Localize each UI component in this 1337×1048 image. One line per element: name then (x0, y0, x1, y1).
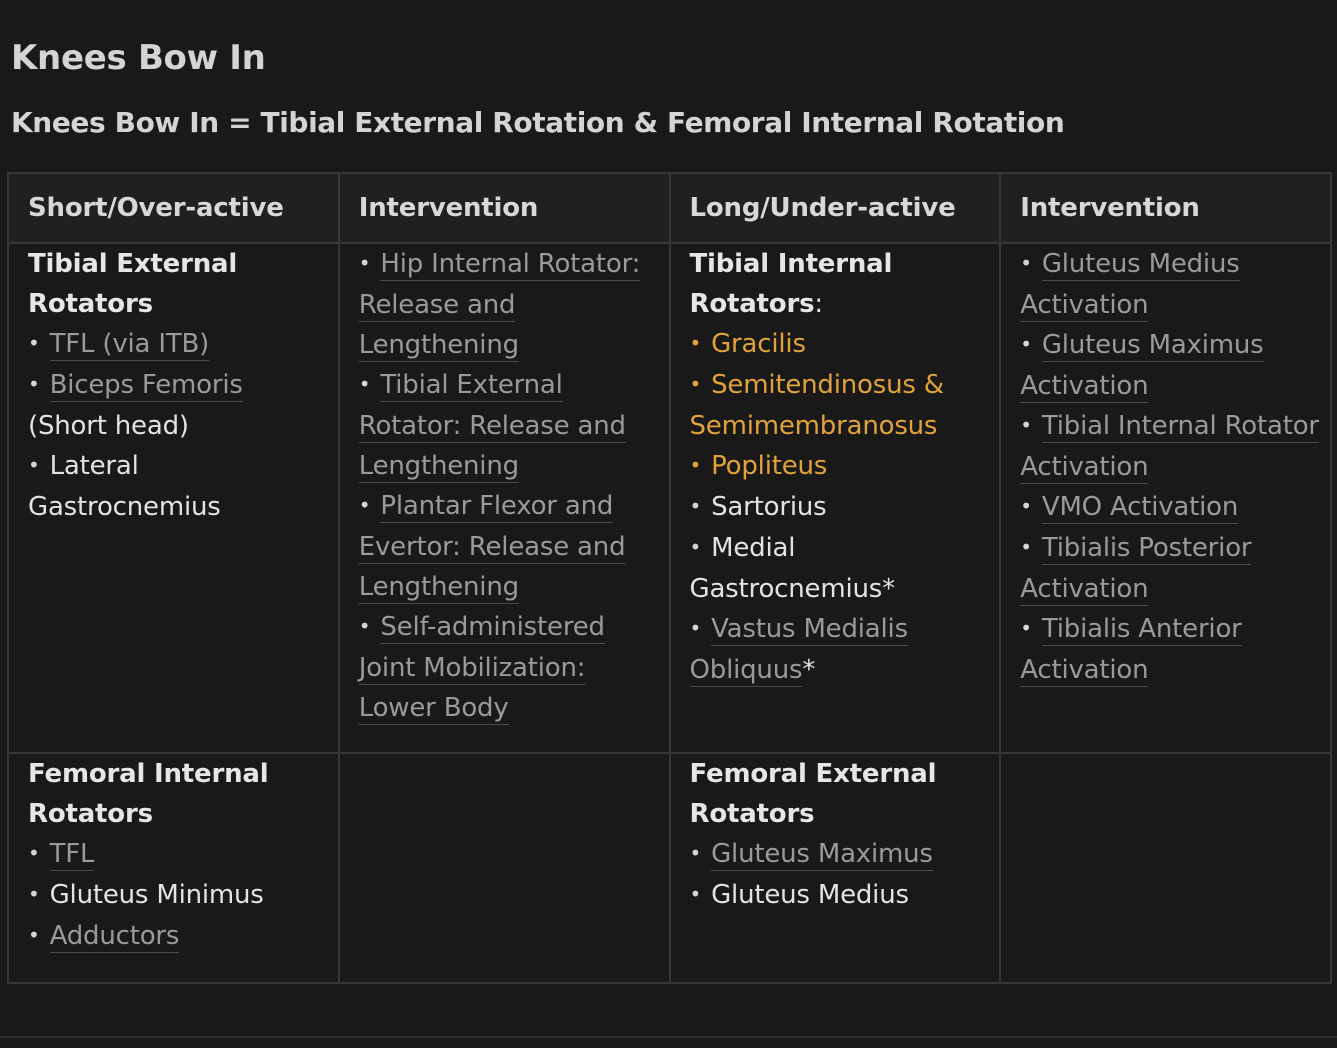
list-item: • Tibialis Anterior Activation (1020, 609, 1330, 690)
bullet-icon: • (689, 453, 702, 477)
table-header-row: Short/Over-active Intervention Long/Unde… (7, 172, 1332, 244)
cell-heading-colon: : (814, 289, 823, 319)
cell-heading: Femoral Internal Rotators (28, 759, 269, 829)
table-row: Tibial External Rotators • TFL (via ITB) … (7, 242, 1332, 754)
list-item: • Medial Gastrocnemius* (689, 533, 896, 604)
link-tibial-internal-rotator-activation[interactable]: Tibial Internal Rotator Activation (1020, 411, 1319, 484)
list-item: • Self-administered Joint Mobilization: L… (358, 607, 669, 728)
cell-tibial-internal-rotators: Tibial Internal Rotators: • Gracilis • Sem… (668, 242, 1002, 754)
bullet-icon: • (358, 493, 371, 517)
cell-heading-wrap: Tibial Internal Rotators: (690, 244, 1000, 324)
list-item: • Lateral Gastrocnemius (28, 451, 221, 522)
link-plantar-flexor-evertor-release[interactable]: Plantar Flexor and Evertor: Release and … (358, 491, 626, 604)
bullet-icon: • (689, 882, 702, 906)
list-item: • Plantar Flexor and Evertor: Release and… (358, 486, 669, 607)
list-item-note: (Short head) (28, 411, 189, 441)
bullet-icon: • (1020, 413, 1032, 437)
column-header-long-underactive: Long/Under-active (668, 172, 1002, 244)
highlight-semitendinosus: Semitendinosus & Semimembranosus (689, 370, 945, 441)
list-item: • Gluteus Medius Activation (1020, 244, 1330, 325)
list-item-highlighted: • Popliteus (690, 446, 1000, 487)
highlight-gracilis: Gracilis (711, 329, 806, 359)
cell-tibial-external-rotators: Tibial External Rotators • TFL (via ITB) … (7, 242, 340, 754)
cell-femoral-external-rotators: Femoral External Rotators • Gluteus Maxim… (668, 752, 1002, 984)
list-item: • Sartorius (689, 492, 827, 522)
cell-heading: Tibial Internal Rotators (689, 249, 893, 319)
cell-empty (337, 752, 671, 984)
bullet-icon: • (358, 614, 371, 638)
list-item: • Adductors (28, 916, 338, 957)
list-item: • Gluteus Maximus (690, 834, 1000, 875)
bullet-icon: • (689, 331, 702, 355)
link-tfl-via-itb[interactable]: TFL (via ITB) (49, 329, 209, 361)
bullet-icon: • (28, 331, 40, 355)
cell-heading: Tibial External Rotators (28, 249, 238, 319)
bullet-icon: • (689, 841, 702, 865)
bullet-icon: • (28, 372, 40, 396)
link-vastus-medialis-obliquus[interactable]: Vastus Medialis Obliquus (689, 614, 908, 687)
cell-heading: Femoral External Rotators (689, 759, 937, 829)
link-vmo-activation[interactable]: VMO Activation (1041, 492, 1238, 524)
bullet-icon: • (689, 372, 702, 396)
link-gluteus-maximus-activation[interactable]: Gluteus Maximus Activation (1020, 330, 1264, 403)
bullet-icon: • (689, 494, 702, 518)
list-item: • Biceps Femoris (28, 365, 338, 406)
list-item: • Vastus Medialis Obliquus* (689, 609, 1000, 690)
list-item: • Tibialis Posterior Activation (1020, 528, 1330, 609)
list-item: • Hip Internal Rotator: Release and Lengt… (358, 244, 669, 365)
link-biceps-femoris[interactable]: Biceps Femoris (49, 370, 243, 402)
link-adductors[interactable]: Adductors (49, 921, 179, 953)
table-row: Femoral Internal Rotators • TFL • Gluteus … (7, 752, 1332, 984)
bullet-icon: • (358, 372, 371, 396)
list-item: • Gluteus Minimus (28, 880, 264, 910)
link-self-administered-joint-mobilization[interactable]: Self-administered Joint Mobilization: Lo… (358, 612, 605, 725)
bullet-icon: • (28, 841, 40, 865)
bullet-icon: • (1020, 494, 1032, 518)
asterisk: * (802, 655, 816, 685)
list-item: • Tibial Internal Rotator Activation (1020, 406, 1330, 487)
bullet-icon: • (1020, 535, 1032, 559)
list-item: • Gluteus Medius (689, 880, 910, 910)
cell-femoral-internal-rotators: Femoral Internal Rotators • TFL • Gluteus … (7, 752, 340, 984)
list-item-highlighted: • Gracilis (690, 324, 1000, 365)
column-header-intervention-2: Intervention (999, 172, 1332, 244)
bullet-icon: • (28, 453, 40, 477)
link-tibialis-posterior-activation[interactable]: Tibialis Posterior Activation (1020, 533, 1252, 606)
column-header-intervention-1: Intervention (337, 172, 671, 244)
highlight-popliteus: Popliteus (711, 451, 828, 481)
bullet-icon: • (1020, 251, 1032, 275)
link-gluteus-medius-activation[interactable]: Gluteus Medius Activation (1020, 249, 1240, 322)
list-item: • VMO Activation (1020, 487, 1330, 528)
link-tibialis-anterior-activation[interactable]: Tibialis Anterior Activation (1020, 614, 1242, 687)
link-tibial-external-rotator-release[interactable]: Tibial External Rotator: Release and Len… (358, 370, 626, 483)
muscle-imbalance-table: Short/Over-active Intervention Long/Unde… (7, 172, 1332, 984)
bullet-icon: • (1020, 616, 1032, 640)
list-item-highlighted: • Semitendinosus & Semimembranosus (690, 365, 1000, 446)
page-subtitle: Knees Bow In = Tibial External Rotation … (11, 106, 1065, 139)
bullet-icon: • (689, 535, 702, 559)
cell-intervention-1: • Hip Internal Rotator: Release and Lengt… (337, 242, 671, 754)
link-hip-internal-rotator-release[interactable]: Hip Internal Rotator: Release and Length… (358, 249, 640, 362)
cell-intervention-2: • Gluteus Medius Activation • Gluteus Maxi… (999, 242, 1332, 754)
list-item: • Tibial External Rotator: Release and Le… (358, 365, 669, 486)
list-item: • TFL (28, 834, 338, 875)
page-title: Knees Bow In (11, 38, 266, 78)
cell-empty (999, 752, 1332, 984)
link-gluteus-maximus[interactable]: Gluteus Maximus (711, 839, 933, 871)
list-item: • Gluteus Maximus Activation (1020, 325, 1330, 406)
column-header-short-overactive: Short/Over-active (7, 172, 340, 244)
bullet-icon: • (28, 882, 40, 906)
bottom-divider (0, 1036, 1337, 1038)
bullet-icon: • (1020, 332, 1032, 356)
link-tfl[interactable]: TFL (49, 839, 95, 871)
bullet-icon: • (689, 616, 702, 640)
bullet-icon: • (358, 251, 371, 275)
list-item: • TFL (via ITB) (28, 324, 338, 365)
bullet-icon: • (28, 923, 40, 947)
